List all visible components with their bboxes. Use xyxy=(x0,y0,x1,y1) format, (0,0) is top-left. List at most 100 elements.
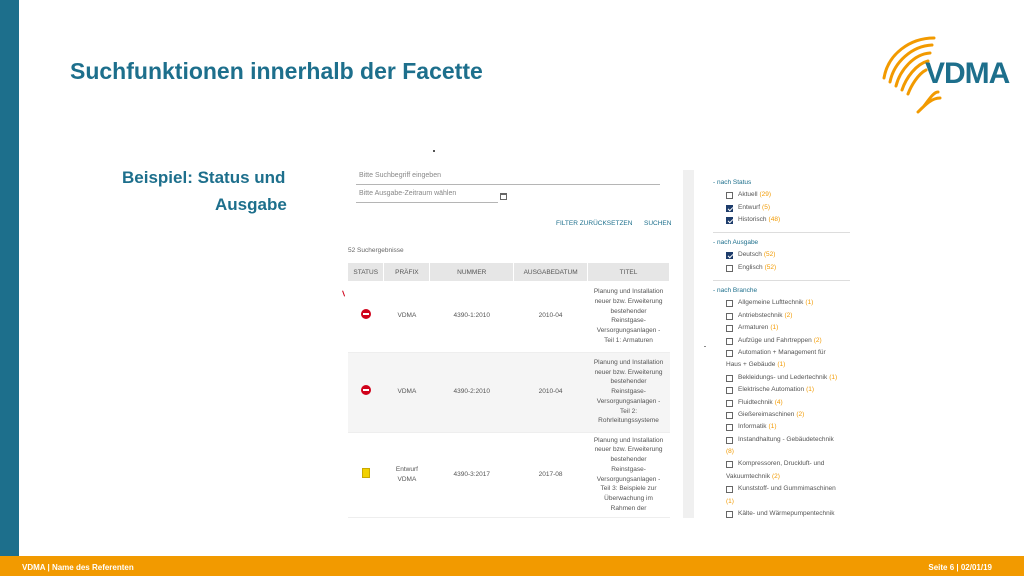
column-header-status[interactable]: STATUS xyxy=(348,263,385,281)
checkbox[interactable] xyxy=(726,436,733,444)
facet-option-label: Historisch xyxy=(738,216,767,224)
facet-option-label: Fluidtechnik xyxy=(738,398,773,406)
example-line-2: Ausgabe xyxy=(215,195,287,214)
results-count: 52 Suchergebnisse xyxy=(348,247,404,254)
checkbox[interactable] xyxy=(726,264,733,272)
checkbox[interactable] xyxy=(726,387,733,395)
title-line: neuer bzw. Erweiterung xyxy=(594,446,663,454)
column-header-number[interactable]: NUMMER xyxy=(429,263,515,281)
facet-divider xyxy=(713,232,850,233)
checkbox[interactable] xyxy=(726,461,733,469)
facet-heading-branche[interactable]: - nach Branche xyxy=(713,287,837,299)
checkbox[interactable] xyxy=(726,349,733,357)
prefix-line: VDMA xyxy=(397,475,417,483)
facet-option[interactable]: Bekleidungs- und Ledertechnik (1) xyxy=(713,374,837,386)
checkbox[interactable] xyxy=(726,486,733,494)
checkbox[interactable] xyxy=(726,337,733,345)
facet-option-count: (52) xyxy=(764,263,777,271)
facet-option-deutsch[interactable]: Deutsch (52) xyxy=(713,251,776,263)
checkbox[interactable] xyxy=(726,511,733,519)
title-line: Reinstgase- xyxy=(611,317,646,325)
facet-option[interactable]: Kälte- und Wärmepumpentechnik xyxy=(713,510,837,522)
facet-option-label: Instandhaltung - Gebäudetechnik xyxy=(738,435,834,443)
facet-option[interactable]: Armaturen (1) xyxy=(713,324,837,336)
facet-option-label: Armaturen xyxy=(738,324,769,332)
checkbox[interactable] xyxy=(726,312,733,320)
date-range-field[interactable]: Bitte Ausgabe-Zeitraum wählen xyxy=(356,187,498,203)
checkbox[interactable] xyxy=(726,424,733,432)
title-cell[interactable]: Planung und Installation neuer bzw. Erwe… xyxy=(587,352,670,433)
facet-heading-status[interactable]: - nach Status xyxy=(713,179,780,191)
facet-option-count: (1) xyxy=(777,361,786,369)
table-row[interactable]: VDMA 4390-1:2010 2010-04 Planung und Ins… xyxy=(348,281,670,353)
table-row[interactable]: VDMA 4390-2:2010 2010-04 Planung und Ins… xyxy=(348,352,670,433)
facet-option-label: Gießereimaschinen xyxy=(738,410,795,418)
facet-option-label: Deutsch xyxy=(738,251,762,259)
number-cell[interactable]: 4390-3:2017 xyxy=(429,432,514,518)
facet-option[interactable]: Antriebstechnik (2) xyxy=(713,312,837,324)
left-accent-bar xyxy=(0,0,19,556)
facet-heading-ausgabe[interactable]: - nach Ausgabe xyxy=(713,239,776,251)
checkbox[interactable] xyxy=(726,300,733,308)
search-button[interactable]: SUCHEN xyxy=(644,220,671,227)
vdma-logo-text: VDMA xyxy=(925,57,1010,90)
example-line-1: Beispiel: Status und xyxy=(122,168,286,187)
facet-branche: - nach Branche Allgemeine Lufttechnik (1)… xyxy=(713,287,837,522)
title-cell[interactable]: Planung und Installation neuer bzw. Erwe… xyxy=(587,281,670,353)
prefix-cell: VDMA xyxy=(383,352,430,433)
number-cell[interactable]: 4390-1:2010 xyxy=(429,281,514,353)
title-line: Reinstgase- xyxy=(611,388,646,396)
facet-option-historisch[interactable]: Historisch (48) xyxy=(713,216,780,228)
table-row[interactable]: Entwurf VDMA 4390-3:2017 2017-08 Planung… xyxy=(348,432,670,518)
facet-option[interactable]: Informatik (1) xyxy=(713,423,837,435)
example-caption: Beispiel: Status und Ausgabe xyxy=(122,164,287,218)
calendar-icon[interactable] xyxy=(500,193,507,200)
title-line: Planung und Installation xyxy=(593,288,664,296)
facet-option-aktuell[interactable]: Aktuell (29) xyxy=(713,191,780,203)
date-cell: 2010-04 xyxy=(513,281,588,353)
facet-option-englisch[interactable]: Englisch (52) xyxy=(713,264,776,276)
title-line: bestehender xyxy=(610,378,647,386)
checkbox[interactable] xyxy=(726,399,733,407)
slide-title: Suchfunktionen innerhalb der Facette xyxy=(70,58,483,84)
checkbox-checked[interactable] xyxy=(726,252,733,260)
facet-option[interactable]: Fluidtechnik (4) xyxy=(713,399,837,411)
facet-option-count: (48) xyxy=(768,216,781,224)
checkbox[interactable] xyxy=(726,411,733,419)
reset-filter-button[interactable]: FILTER ZURÜCKSETZEN xyxy=(556,220,632,227)
facet-option[interactable]: Instandhaltung - Gebäudetechnik xyxy=(713,436,837,448)
footer-presenter: VDMA | Name des Referenten xyxy=(22,563,134,572)
column-header-date[interactable]: AUSGABEDATUM xyxy=(513,263,589,281)
prefix-line: Entwurf xyxy=(395,465,418,473)
facet-option-count: (1) xyxy=(806,386,815,394)
search-input[interactable]: Bitte Suchbegriff eingeben xyxy=(356,168,660,185)
facet-option[interactable]: Aufzüge und Fahrtreppen (2) xyxy=(713,337,837,349)
column-header-prefix[interactable]: PRÄFIX xyxy=(383,263,431,281)
facet-option-count: (2) xyxy=(813,336,822,344)
title-line: Versorgungsanlagen - xyxy=(596,475,661,483)
number-cell[interactable]: 4390-2:2010 xyxy=(429,352,514,433)
status-cell xyxy=(348,281,384,353)
facet-option[interactable]: Kompressoren, Druckluft- und xyxy=(713,460,837,472)
checkbox[interactable] xyxy=(726,374,733,382)
column-header-title[interactable]: TITEL xyxy=(587,263,670,281)
facet-option[interactable]: Gießereimaschinen (2) xyxy=(713,411,837,423)
facet-option-count: (8) xyxy=(726,448,734,456)
facet-option-entwurf[interactable]: Entwurf (5) xyxy=(713,204,780,216)
title-cell[interactable]: Planung und Installation neuer bzw. Erwe… xyxy=(587,432,670,518)
prefix-cell: Entwurf VDMA xyxy=(383,432,430,518)
facet-option[interactable]: Allgemeine Lufttechnik (1) xyxy=(713,299,837,311)
facet-option[interactable]: Kunststoff- und Gummimaschinen xyxy=(713,485,837,497)
title-line: Versorgungsanlagen - xyxy=(596,326,661,334)
facet-option-count: (1) xyxy=(726,497,734,505)
checkbox[interactable] xyxy=(726,325,733,333)
checkbox-checked[interactable] xyxy=(726,204,733,212)
decorative-dot xyxy=(433,150,435,152)
checkbox[interactable] xyxy=(726,192,733,200)
withdrawn-icon xyxy=(360,385,371,396)
facet-option-label: Kunststoff- und Gummimaschinen xyxy=(738,485,836,493)
facet-option[interactable]: Automation + Management für xyxy=(713,349,837,361)
facet-option[interactable]: Elektrische Automation (1) xyxy=(713,386,837,398)
checkbox-checked[interactable] xyxy=(726,217,733,225)
facet-option-label: Informatik xyxy=(738,423,767,431)
